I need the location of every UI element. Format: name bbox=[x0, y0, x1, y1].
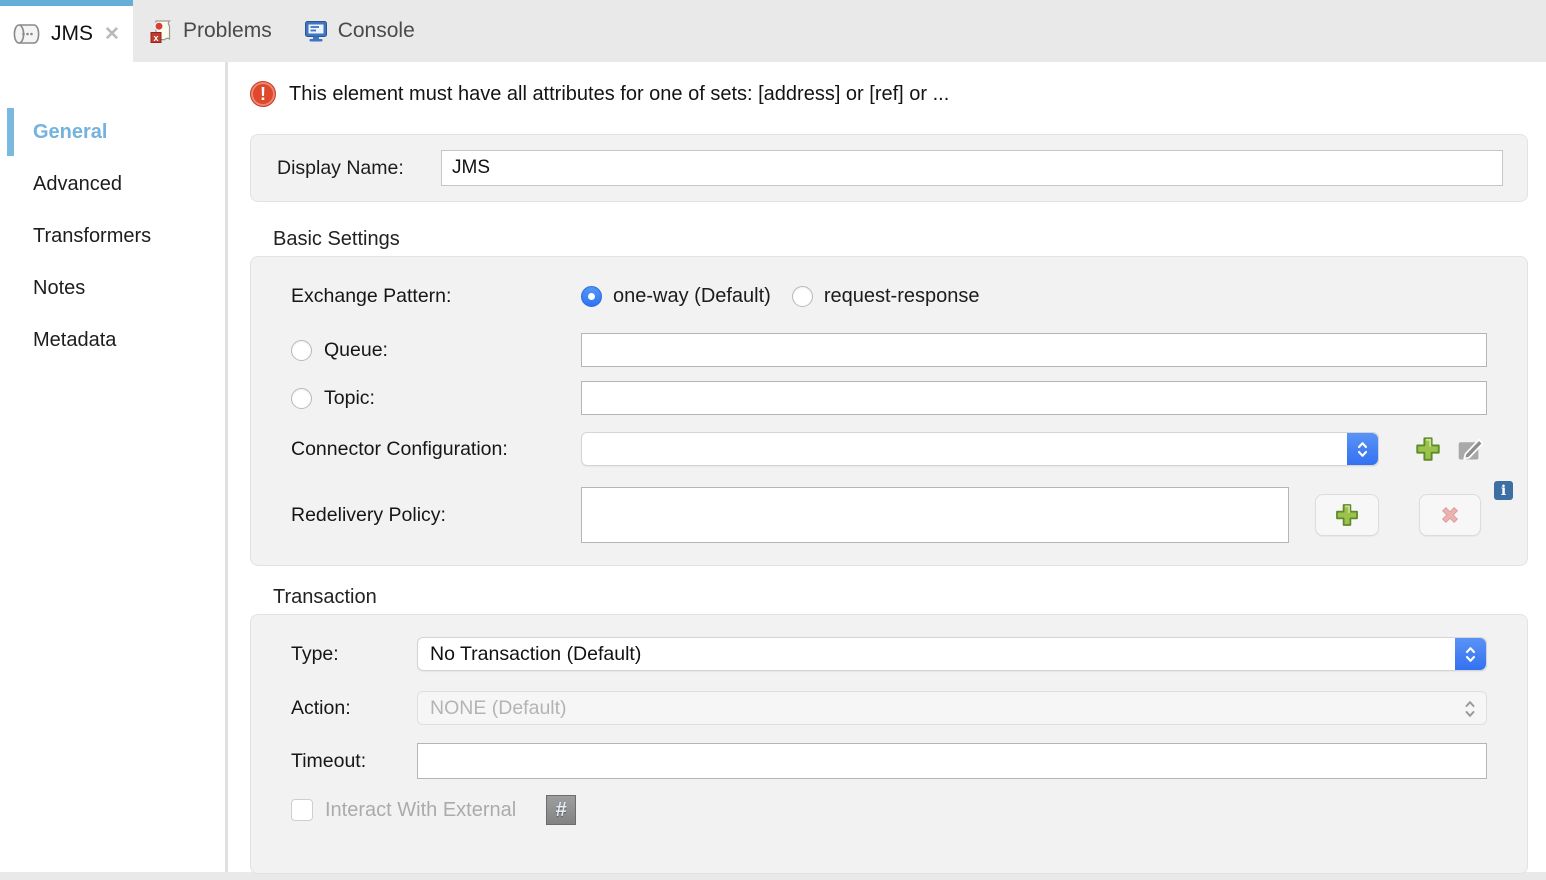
edit-connector-config-icon[interactable] bbox=[1455, 434, 1487, 464]
interact-with-external-checkbox bbox=[291, 799, 313, 821]
redelivery-policy-input[interactable] bbox=[581, 487, 1289, 543]
tab-jms[interactable]: JMS ✕ bbox=[0, 0, 133, 62]
radio-request-response-label: request-response bbox=[824, 285, 980, 308]
delete-x-icon bbox=[1437, 502, 1463, 528]
queue-radio[interactable] bbox=[291, 340, 312, 361]
radio-one-way-label: one-way (Default) bbox=[613, 285, 771, 308]
close-icon[interactable]: ✕ bbox=[104, 23, 120, 46]
transaction-action-value: NONE (Default) bbox=[430, 697, 567, 720]
info-icon[interactable]: i bbox=[1494, 481, 1513, 500]
transaction-type-label: Type: bbox=[291, 643, 417, 666]
editor-tabbar: JMS ✕ x Problems Console bbox=[0, 0, 1546, 62]
transaction-type-select[interactable]: No Transaction (Default) bbox=[417, 637, 1487, 671]
validation-error: ! This element must have all attributes … bbox=[250, 80, 1530, 108]
display-name-label: Display Name: bbox=[277, 157, 441, 180]
radio-request-response[interactable]: request-response bbox=[792, 285, 980, 308]
sidebar-item-label: Notes bbox=[33, 277, 85, 300]
tab-problems-label: Problems bbox=[183, 19, 272, 43]
tab-console[interactable]: Console bbox=[288, 0, 431, 62]
expression-hash-icon[interactable]: # bbox=[546, 795, 576, 825]
problems-icon: x bbox=[149, 19, 173, 44]
sidebar-item-label: Transformers bbox=[33, 225, 151, 248]
tab-jms-label: JMS bbox=[51, 22, 93, 46]
tab-problems[interactable]: x Problems bbox=[133, 0, 288, 62]
error-icon: ! bbox=[250, 81, 276, 107]
select-chevrons-disabled-icon bbox=[1463, 698, 1477, 726]
transaction-panel: Type: No Transaction (Default) Action: N… bbox=[250, 614, 1528, 874]
sidebar-item-advanced[interactable]: Advanced bbox=[0, 158, 225, 210]
transaction-action-label: Action: bbox=[291, 697, 417, 720]
transaction-action-select: NONE (Default) bbox=[417, 691, 1487, 725]
plus-icon bbox=[1333, 501, 1361, 529]
display-name-input[interactable] bbox=[441, 150, 1503, 186]
interact-with-external-label: Interact With External bbox=[325, 799, 516, 822]
display-name-panel: Display Name: bbox=[250, 134, 1528, 202]
properties-sidebar: General Advanced Transformers Notes Meta… bbox=[0, 62, 228, 872]
transaction-type-value: No Transaction (Default) bbox=[430, 643, 641, 666]
transaction-timeout-label: Timeout: bbox=[291, 750, 417, 773]
tab-console-label: Console bbox=[338, 19, 415, 43]
queue-label: Queue: bbox=[324, 339, 388, 362]
radio-one-way[interactable]: one-way (Default) bbox=[581, 285, 771, 308]
sidebar-item-general[interactable]: General bbox=[0, 106, 225, 158]
error-message: This element must have all attributes fo… bbox=[289, 83, 949, 106]
add-redelivery-policy-button[interactable] bbox=[1315, 494, 1379, 536]
sidebar-item-metadata[interactable]: Metadata bbox=[0, 314, 225, 366]
exchange-pattern-label: Exchange Pattern: bbox=[291, 285, 581, 308]
sidebar-item-label: Advanced bbox=[33, 173, 122, 196]
sidebar-item-label: Metadata bbox=[33, 329, 116, 352]
delete-redelivery-policy-button[interactable] bbox=[1419, 494, 1481, 536]
console-icon bbox=[304, 19, 328, 44]
transaction-timeout-input[interactable] bbox=[417, 743, 1487, 779]
select-chevrons-icon bbox=[1455, 638, 1486, 670]
sidebar-item-notes[interactable]: Notes bbox=[0, 262, 225, 314]
basic-settings-panel: Exchange Pattern: one-way (Default) requ… bbox=[250, 256, 1528, 566]
redelivery-policy-label: Redelivery Policy: bbox=[291, 504, 581, 527]
topic-input[interactable] bbox=[581, 381, 1487, 415]
topic-label: Topic: bbox=[324, 387, 375, 410]
svg-text:x: x bbox=[153, 32, 158, 42]
radio-unselected-icon[interactable] bbox=[792, 286, 813, 307]
jms-endpoint-icon bbox=[12, 22, 42, 46]
add-connector-config-icon[interactable] bbox=[1413, 434, 1443, 464]
select-chevrons-icon bbox=[1347, 433, 1378, 465]
general-tab-panel: ! This element must have all attributes … bbox=[228, 62, 1546, 872]
topic-radio[interactable] bbox=[291, 388, 312, 409]
sidebar-item-label: General bbox=[33, 121, 107, 144]
basic-settings-title: Basic Settings bbox=[273, 228, 1530, 251]
connector-configuration-select[interactable] bbox=[581, 432, 1379, 466]
radio-selected-icon[interactable] bbox=[581, 286, 602, 307]
sidebar-item-transformers[interactable]: Transformers bbox=[0, 210, 225, 262]
transaction-title: Transaction bbox=[273, 586, 1530, 609]
queue-input[interactable] bbox=[581, 333, 1487, 367]
connector-configuration-label: Connector Configuration: bbox=[291, 438, 581, 461]
